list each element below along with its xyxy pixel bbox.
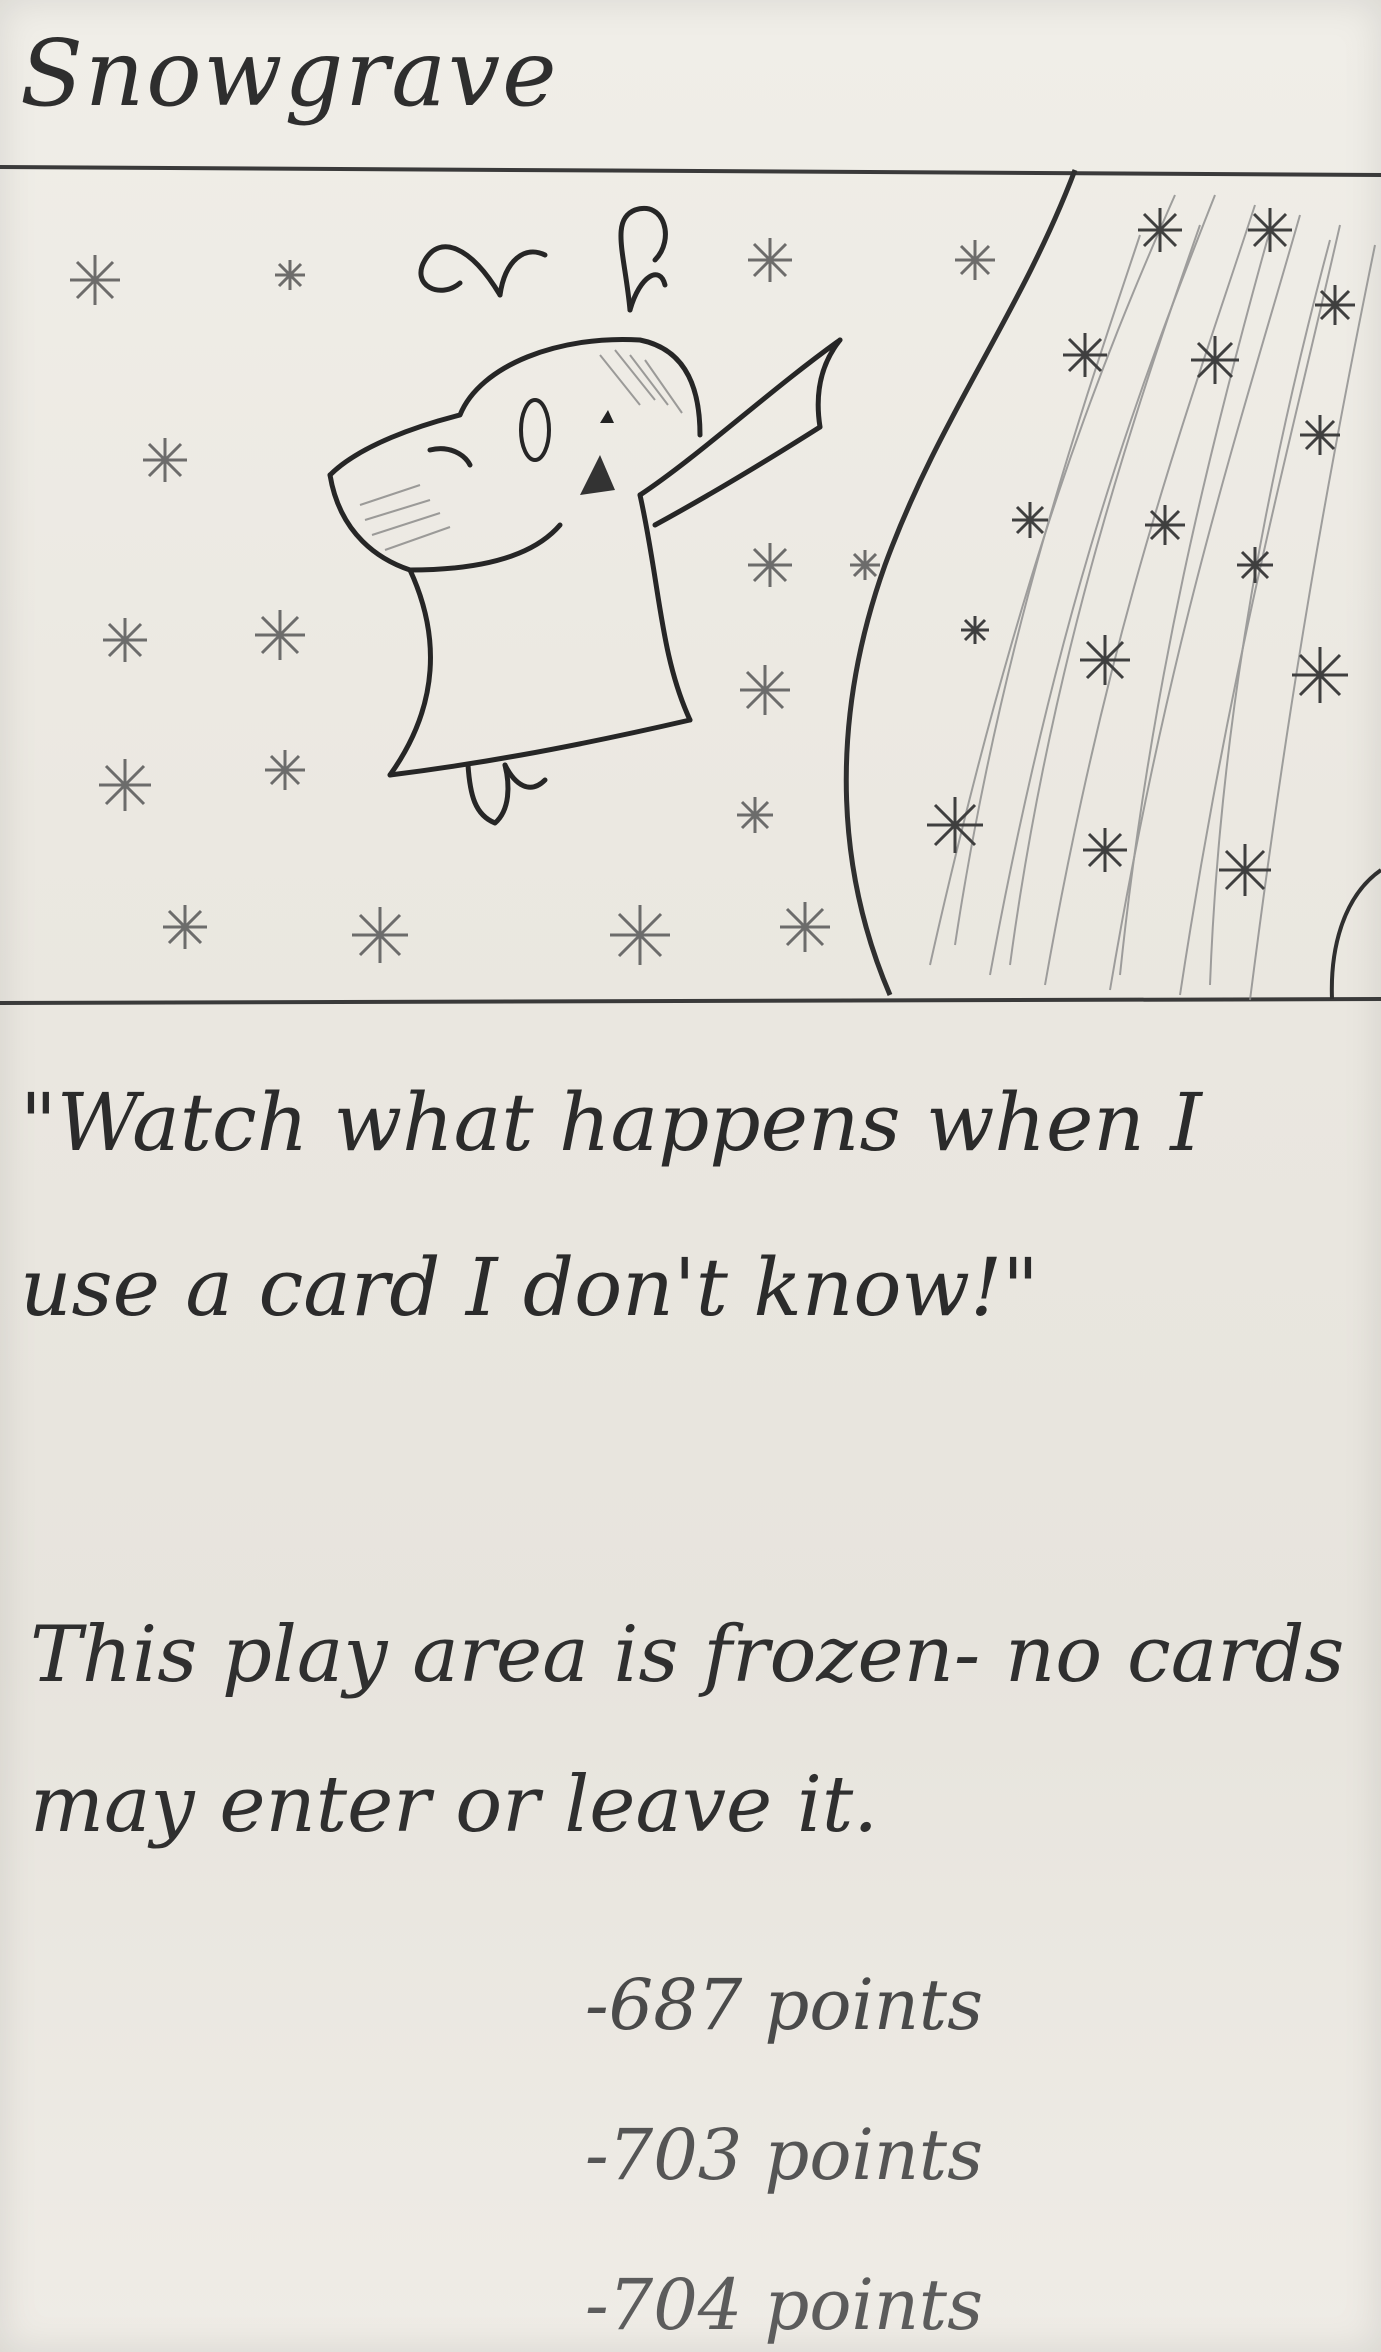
character-figure [327,205,843,826]
snowflakes-left [70,238,995,965]
wave-curve-right [1329,868,1381,1000]
character-eye-dot [600,410,614,423]
card: Snowgrave "Watch what happens when I use… [0,0,1381,2352]
flavor-quote: "Watch what happens when I use a card I … [20,1076,1202,1334]
wave-curve [843,169,1078,996]
card-illustration [0,165,1381,1005]
character-dark-mark [580,455,615,495]
score-item: -704 points [585,2264,983,2346]
character-shading [359,349,683,551]
score-item: -703 points [585,2114,983,2196]
score-item: -687 points [585,1964,983,2046]
frame-bottom-line [0,997,1381,1005]
wave-hatching [929,194,1376,1001]
wave-snowflakes [927,208,1355,896]
frame-top-line [0,165,1381,177]
score-list: -687 points -703 points -704 points [585,1930,1285,2352]
rules-text: This play area is frozen- no cards may e… [30,1610,1345,1850]
card-title: Snowgrave [20,20,559,127]
